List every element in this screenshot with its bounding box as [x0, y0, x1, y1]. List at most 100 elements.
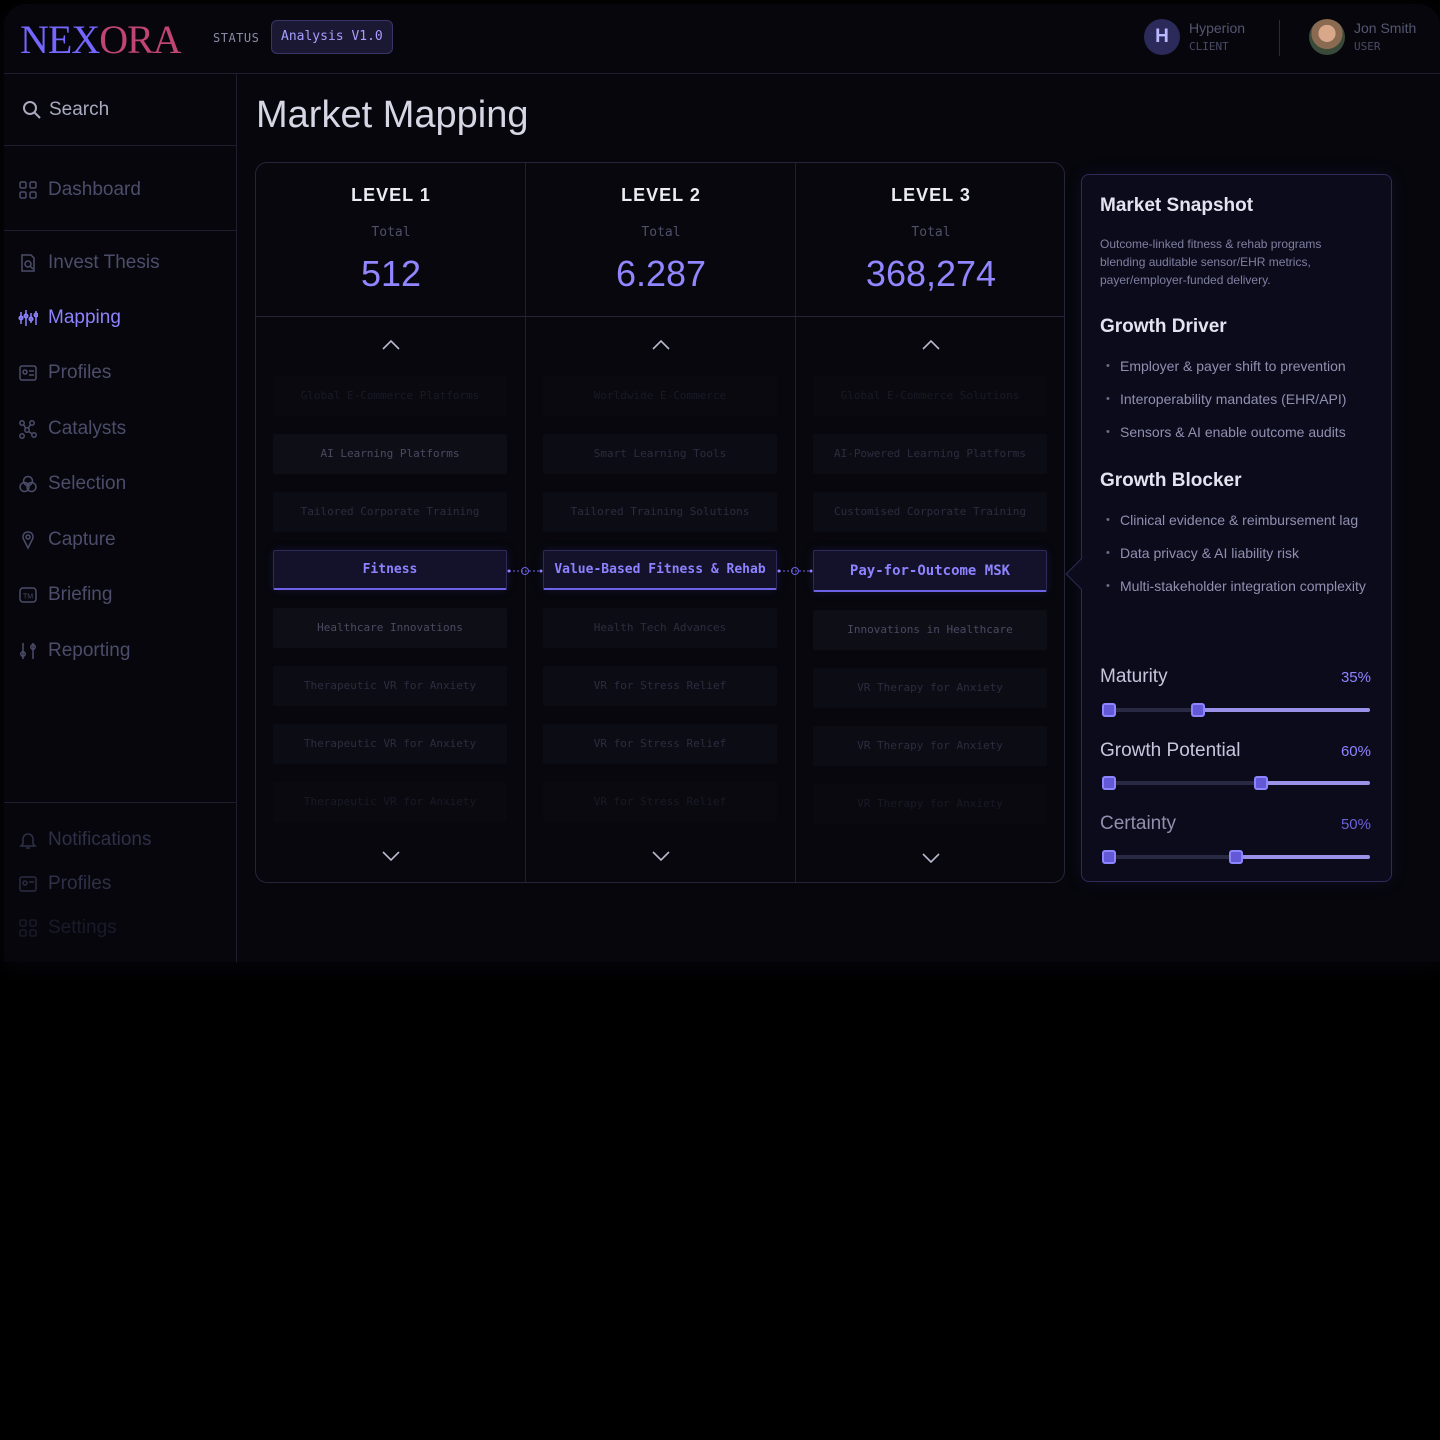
- mapping-icon: [18, 310, 38, 326]
- total-label: Total: [641, 225, 681, 240]
- chevron-up-icon[interactable]: [921, 338, 941, 352]
- sidebar-item-label: Profiles: [48, 362, 112, 383]
- svg-text:TM: TM: [23, 594, 33, 601]
- total-value: 6.287: [615, 253, 707, 294]
- client-name: Hyperion: [1189, 20, 1246, 36]
- list-item[interactable]: Therapeutic VR for Anxiety: [273, 666, 507, 706]
- status-badge[interactable]: Analysis V1.0: [271, 20, 393, 54]
- user-avatar: [1309, 19, 1345, 55]
- list-item[interactable]: VR Therapy for Anxiety: [813, 784, 1047, 824]
- list-item[interactable]: VR for Stress Relief: [543, 724, 777, 764]
- selection-icon: [19, 475, 37, 493]
- maturity-value: 35%: [1340, 669, 1371, 686]
- list-item[interactable]: Tailored Training Solutions: [543, 492, 777, 532]
- sidebar-item-selection[interactable]: Selection: [4, 464, 236, 504]
- sidebar-item-dashboard[interactable]: Dashboard: [4, 170, 236, 210]
- list-item[interactable]: VR for Stress Relief: [543, 782, 777, 822]
- profile-card-icon: [19, 876, 37, 892]
- list-item[interactable]: Customised Corporate Training: [813, 492, 1047, 532]
- list-item[interactable]: VR Therapy for Anxiety: [813, 726, 1047, 766]
- client-avatar: H: [1144, 19, 1180, 55]
- sidebar-item-label: Briefing: [48, 584, 113, 605]
- selected-item[interactable]: Fitness: [273, 550, 507, 590]
- list-item: Multi-stakeholder integration complexity: [1100, 576, 1380, 597]
- list-item[interactable]: VR for Stress Relief: [543, 666, 777, 706]
- page-title: Market Mapping: [256, 94, 529, 136]
- sidebar-item-briefing[interactable]: TM Briefing: [4, 575, 236, 615]
- total-label: Total: [371, 225, 411, 240]
- list-item[interactable]: Therapeutic VR for Anxiety: [273, 724, 507, 764]
- list-item[interactable]: AI Learning Platforms: [273, 434, 507, 474]
- maturity-slider[interactable]: [1102, 703, 1370, 717]
- list-item[interactable]: Tailored Corporate Training: [273, 492, 507, 532]
- chevron-down-icon[interactable]: [651, 849, 671, 863]
- slider-min-handle[interactable]: [1102, 850, 1116, 864]
- list-item: Data privacy & AI liability risk: [1100, 543, 1380, 564]
- selected-item[interactable]: Pay-for-Outcome MSK: [813, 550, 1047, 592]
- sidebar-item-mapping[interactable]: Mapping: [4, 298, 236, 338]
- top-bar: NEXORA STATUS Analysis V1.0 H Hyperion C…: [4, 4, 1440, 74]
- sidebar-item-settings[interactable]: Settings: [4, 908, 236, 948]
- list-item[interactable]: Global E-Commerce Solutions: [813, 376, 1047, 416]
- sidebar-item-label: Profiles: [48, 873, 112, 894]
- list-item[interactable]: Global E-Commerce Platforms: [273, 376, 507, 416]
- search-label: Search: [49, 99, 110, 120]
- level-3-column: LEVEL 3 Total 368,274 Global E-Commerce …: [796, 163, 1066, 882]
- list-item[interactable]: Healthcare Innovations: [273, 608, 507, 648]
- level-title: LEVEL 1: [351, 185, 431, 205]
- search-button[interactable]: Search: [4, 74, 236, 146]
- list-item[interactable]: VR Therapy for Anxiety: [813, 668, 1047, 708]
- slider-min-handle[interactable]: [1102, 703, 1116, 717]
- maturity-label: Maturity: [1100, 666, 1168, 687]
- sidebar-divider: [4, 230, 236, 231]
- connector-icon: [507, 567, 543, 575]
- certainty-label: Certainty: [1100, 813, 1177, 834]
- sidebar-item-label: Notifications: [48, 829, 152, 850]
- level-title: LEVEL 2: [621, 185, 701, 205]
- growth-driver-list: Employer & payer shift to prevention Int…: [1100, 356, 1380, 455]
- list-item[interactable]: Worldwide E-Commerce: [543, 376, 777, 416]
- bell-icon: [19, 833, 37, 849]
- sidebar-item-profiles-bottom[interactable]: Profiles: [4, 864, 236, 904]
- growth-blocker-title: Growth Blocker: [1100, 470, 1242, 491]
- connector-icon: [777, 567, 813, 575]
- header-divider: [1279, 20, 1280, 56]
- slider-fill: [1236, 855, 1370, 859]
- list-item[interactable]: Innovations in Healthcare: [813, 610, 1047, 650]
- chevron-down-icon[interactable]: [921, 851, 941, 865]
- total-label: Total: [911, 225, 951, 240]
- profile-card-icon: [19, 365, 37, 381]
- nexora-logo[interactable]: NEXORA: [20, 18, 182, 62]
- slider-handle[interactable]: [1254, 776, 1268, 790]
- sidebar-item-profiles[interactable]: Profiles: [4, 353, 236, 393]
- list-item[interactable]: Health Tech Advances: [543, 608, 777, 648]
- growth-blocker-list: Clinical evidence & reimbursement lag Da…: [1100, 510, 1380, 609]
- slider-handle[interactable]: [1229, 850, 1243, 864]
- list-item[interactable]: Smart Learning Tools: [543, 434, 777, 474]
- chevron-down-icon[interactable]: [381, 849, 401, 863]
- selected-item[interactable]: Value-Based Fitness & Rehab: [543, 550, 777, 590]
- sidebar: Search Dashboard Invest Thesis Mapping P…: [4, 74, 237, 962]
- sidebar-item-notifications[interactable]: Notifications: [4, 820, 236, 860]
- sidebar-item-invest-thesis[interactable]: Invest Thesis: [4, 243, 236, 283]
- level-2-column: LEVEL 2 Total 6.287 Worldwide E-Commerce…: [526, 163, 796, 882]
- slider-min-handle[interactable]: [1102, 776, 1116, 790]
- growth-potential-slider[interactable]: [1102, 776, 1370, 790]
- list-item: Employer & payer shift to prevention: [1100, 356, 1380, 377]
- sidebar-item-label: Invest Thesis: [48, 252, 160, 273]
- level-1-column: LEVEL 1 Total 512 Global E-Commerce Plat…: [256, 163, 526, 882]
- chevron-up-icon[interactable]: [651, 338, 671, 352]
- chevron-up-icon[interactable]: [381, 338, 401, 352]
- client-role: CLIENT: [1189, 40, 1229, 53]
- sidebar-item-catalysts[interactable]: Catalysts: [4, 409, 236, 449]
- list-item[interactable]: AI-Powered Learning Platforms: [813, 434, 1047, 474]
- slider-handle[interactable]: [1191, 703, 1205, 717]
- status-label: STATUS: [213, 31, 260, 45]
- sidebar-item-reporting[interactable]: Reporting: [4, 631, 236, 671]
- sidebar-item-label: Catalysts: [48, 418, 127, 439]
- user-role: USER: [1354, 40, 1381, 53]
- list-item[interactable]: Therapeutic VR for Anxiety: [273, 782, 507, 822]
- snapshot-title: Market Snapshot: [1100, 195, 1254, 216]
- sidebar-item-capture[interactable]: Capture: [4, 520, 236, 560]
- certainty-slider[interactable]: [1102, 850, 1370, 864]
